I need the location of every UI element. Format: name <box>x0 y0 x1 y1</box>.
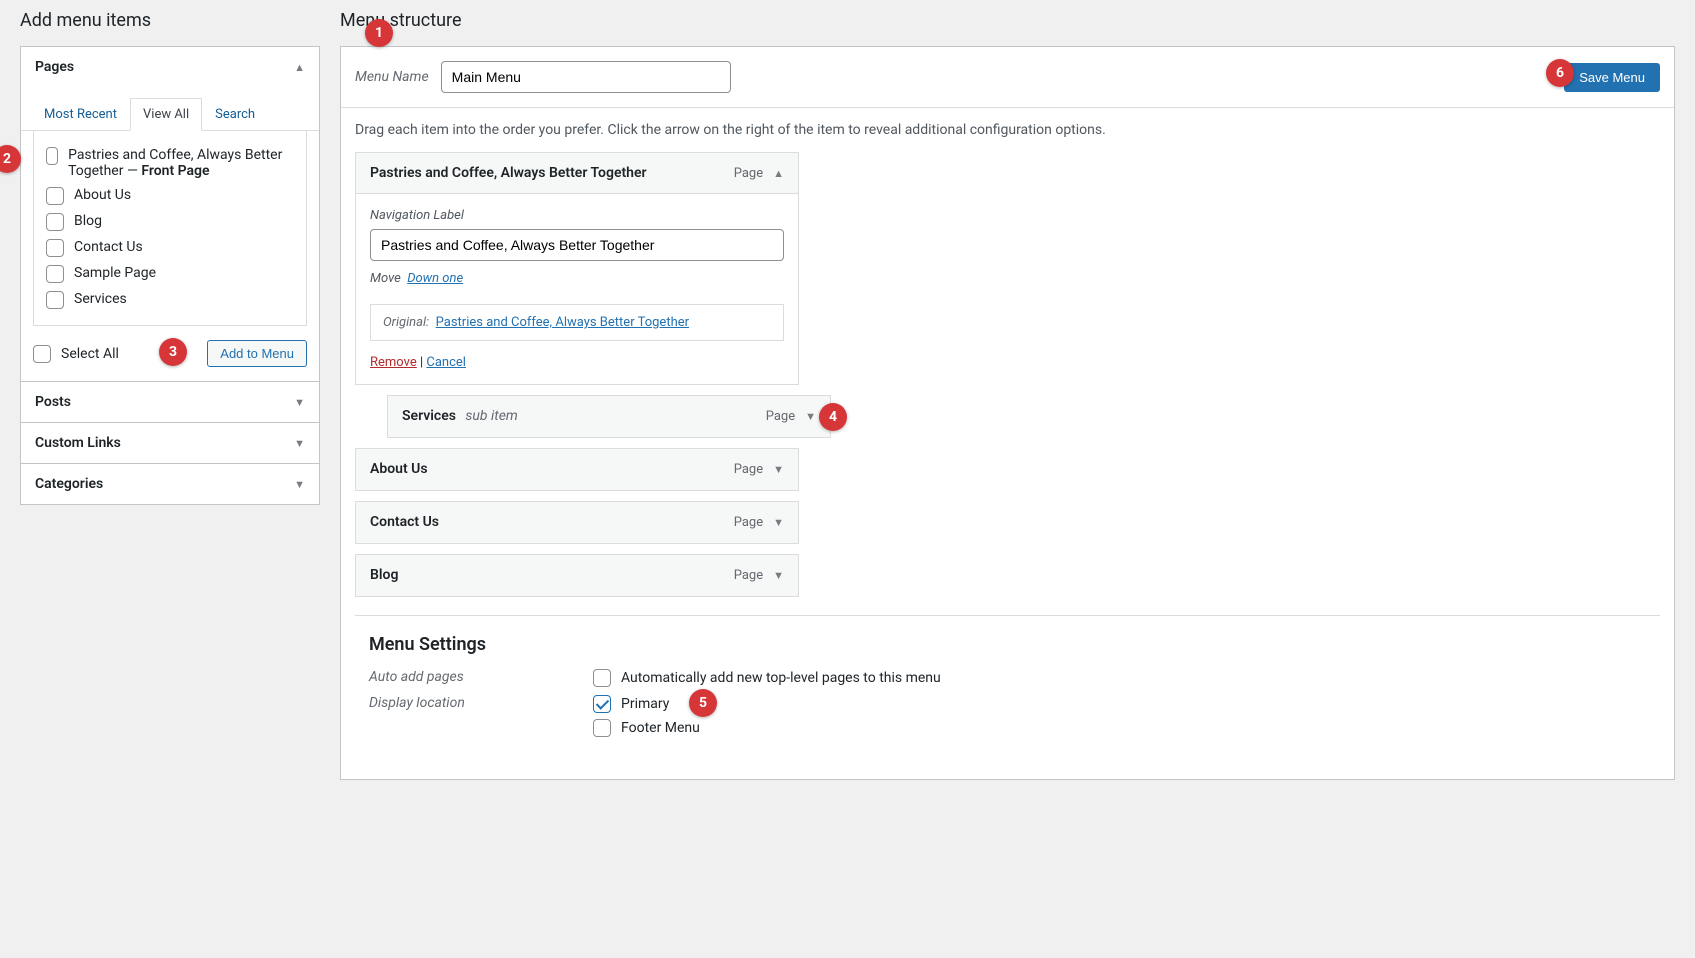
cancel-link[interactable]: Cancel <box>426 355 466 370</box>
page-label: Contact Us <box>74 239 143 255</box>
menu-item-title: Contact Us <box>370 514 439 530</box>
move-down-link[interactable]: Down one <box>407 271 463 286</box>
page-label: Sample Page <box>74 265 156 281</box>
menu-item-type: Page <box>734 515 763 530</box>
tab-search[interactable]: Search <box>202 98 268 131</box>
menu-item-type: Page <box>734 462 763 477</box>
navigation-label-heading: Navigation Label <box>370 208 784 223</box>
posts-accordion: Posts ▼ <box>20 381 320 423</box>
original-link[interactable]: Pastries and Coffee, Always Better Toget… <box>436 315 689 330</box>
page-row: Contact Us <box>46 235 294 261</box>
original-label: Original: <box>383 315 429 330</box>
select-all-label: Select All <box>61 346 119 362</box>
page-label: Pastries and Coffee, Always Better Toget… <box>68 147 294 179</box>
page-row: Blog <box>46 209 294 235</box>
caret-up-icon: ▲ <box>294 61 305 74</box>
pages-accordion-label: Pages <box>35 59 74 75</box>
menu-item-header[interactable]: Blog Page ▼ <box>356 555 798 596</box>
add-menu-items-heading: Add menu items <box>20 10 320 31</box>
page-row: Pastries and Coffee, Always Better Toget… <box>46 143 294 183</box>
menu-name-input[interactable] <box>441 61 731 93</box>
annotation-badge-1: 1 <box>365 19 393 47</box>
pages-tabs: Most Recent View All Search <box>21 97 319 131</box>
caret-up-icon: ▲ <box>773 167 784 180</box>
custom-links-accordion-label: Custom Links <box>35 435 121 451</box>
page-label: Services <box>74 291 127 307</box>
caret-down-icon: ▼ <box>805 410 816 423</box>
menu-item-header[interactable]: Services sub item Page ▼ <box>388 396 830 437</box>
categories-accordion-toggle[interactable]: Categories ▼ <box>21 464 319 504</box>
page-checkbox[interactable] <box>46 265 64 283</box>
display-location-label: Display location <box>369 695 579 711</box>
categories-accordion: Categories ▼ <box>20 463 320 505</box>
annotation-badge-4: 4 <box>819 403 847 431</box>
page-row: Sample Page <box>46 261 294 287</box>
menu-item-type: Page <box>734 568 763 583</box>
posts-accordion-label: Posts <box>35 394 71 410</box>
caret-down-icon: ▼ <box>294 478 305 491</box>
drag-instruction: Drag each item into the order you prefer… <box>341 108 1674 152</box>
navigation-label-input[interactable] <box>370 229 784 261</box>
select-all-checkbox[interactable] <box>33 345 51 363</box>
tab-view-all[interactable]: View All <box>130 98 202 131</box>
page-label: About Us <box>74 187 131 203</box>
caret-down-icon: ▼ <box>773 569 784 582</box>
menu-item[interactable]: Blog Page ▼ <box>355 554 799 597</box>
menu-item-title: Blog <box>370 567 398 583</box>
menu-item-type: Page <box>734 166 763 181</box>
custom-links-accordion: Custom Links ▼ <box>20 422 320 464</box>
menu-item-subtitle: sub item <box>465 408 517 424</box>
caret-down-icon: ▼ <box>294 437 305 450</box>
caret-down-icon: ▼ <box>294 396 305 409</box>
remove-link[interactable]: Remove <box>370 355 417 370</box>
caret-down-icon: ▼ <box>773 463 784 476</box>
pages-accordion: Pages ▲ Most Recent View All Search 2 Pa… <box>20 46 320 382</box>
page-checkbox[interactable] <box>46 213 64 231</box>
page-row: Services <box>46 287 294 313</box>
menu-item-header[interactable]: About Us Page ▼ <box>356 449 798 490</box>
menu-name-label: Menu Name <box>355 69 429 85</box>
footer-location-label: Footer Menu <box>621 720 700 736</box>
page-label: Blog <box>74 213 102 229</box>
auto-add-label: Auto add pages <box>369 669 579 685</box>
menu-item-title: Pastries and Coffee, Always Better Toget… <box>370 165 647 181</box>
pages-accordion-toggle[interactable]: Pages ▲ <box>21 47 319 87</box>
page-row: About Us <box>46 183 294 209</box>
custom-links-accordion-toggle[interactable]: Custom Links ▼ <box>21 423 319 463</box>
menu-item-header[interactable]: Contact Us Page ▼ <box>356 502 798 543</box>
page-checkbox[interactable] <box>46 147 58 165</box>
posts-accordion-toggle[interactable]: Posts ▼ <box>21 382 319 422</box>
footer-location-checkbox[interactable] <box>593 719 611 737</box>
add-to-menu-button[interactable]: Add to Menu <box>207 340 307 367</box>
menu-settings-heading: Menu Settings <box>369 634 1646 655</box>
auto-add-option: Automatically add new top-level pages to… <box>621 670 941 686</box>
menu-item-type: Page <box>766 409 795 424</box>
menu-item-title: Services <box>402 408 456 424</box>
menu-item[interactable]: About Us Page ▼ <box>355 448 799 491</box>
page-checkbox[interactable] <box>46 239 64 257</box>
categories-accordion-label: Categories <box>35 476 103 492</box>
menu-structure-heading: Menu structure <box>340 10 1675 31</box>
tab-most-recent[interactable]: Most Recent <box>31 98 130 131</box>
annotation-badge-5: 5 <box>689 689 717 717</box>
page-checkbox[interactable] <box>46 187 64 205</box>
annotation-badge-6: 6 <box>1546 59 1574 87</box>
primary-location-checkbox[interactable] <box>593 695 611 713</box>
menu-item[interactable]: Contact Us Page ▼ <box>355 501 799 544</box>
save-menu-button[interactable]: Save Menu <box>1564 63 1660 92</box>
caret-down-icon: ▼ <box>773 516 784 529</box>
move-label: Move <box>370 271 401 286</box>
page-checkbox[interactable] <box>46 291 64 309</box>
menu-item[interactable]: Services sub item Page ▼ <box>387 395 831 438</box>
annotation-badge-3: 3 <box>159 338 187 366</box>
auto-add-checkbox[interactable] <box>593 669 611 687</box>
menu-item-title: About Us <box>370 461 428 477</box>
annotation-badge-2: 2 <box>0 145 21 173</box>
pages-list: Pastries and Coffee, Always Better Toget… <box>33 131 307 326</box>
menu-item-expanded[interactable]: Pastries and Coffee, Always Better Toget… <box>355 152 799 385</box>
menu-item-header[interactable]: Pastries and Coffee, Always Better Toget… <box>356 153 798 194</box>
primary-location-label: Primary <box>621 696 669 712</box>
